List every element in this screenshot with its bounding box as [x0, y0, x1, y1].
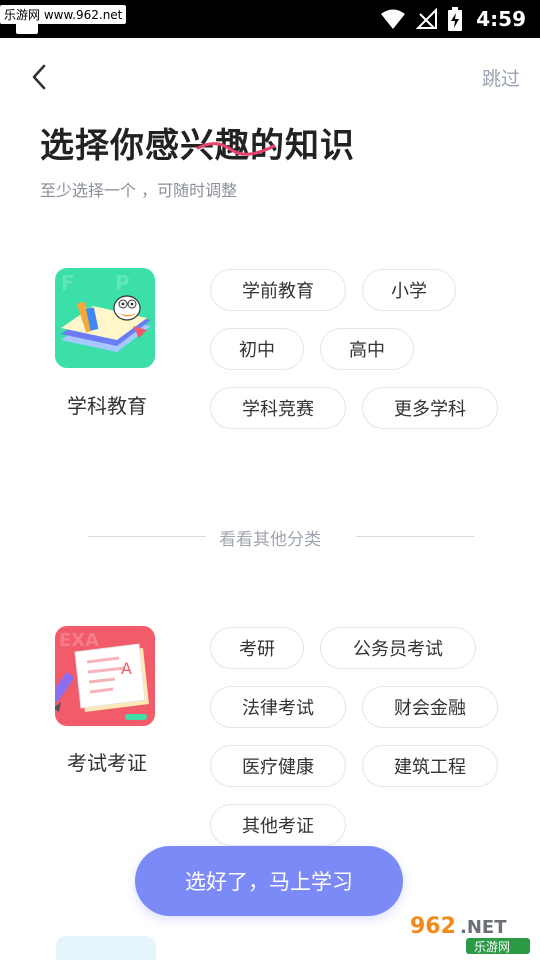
- svg-text:EXA: EXA: [59, 630, 99, 651]
- section-label-subject-education: 学科教育: [67, 394, 147, 418]
- book-duck-icon: F P: [61, 271, 151, 352]
- svg-text:.NET: .NET: [460, 917, 507, 938]
- section-label-exam-certificate: 考试考证: [67, 751, 147, 775]
- tag-chip[interactable]: 学科竞赛: [210, 387, 346, 429]
- tag-chip[interactable]: 财会金融: [362, 686, 498, 728]
- tag-chip[interactable]: 法律考试: [210, 686, 346, 728]
- site-logo-icon: 962 .NET 乐游网: [404, 906, 536, 956]
- tag-chip[interactable]: 高中: [320, 328, 414, 370]
- subject-education-icon[interactable]: F P: [55, 268, 155, 368]
- site-logo-watermark: 962 .NET 乐游网: [404, 906, 536, 956]
- tag-chip[interactable]: 小学: [362, 269, 456, 311]
- next-section-icon-peek: [56, 936, 156, 960]
- tag-chip[interactable]: 公务员考试: [320, 627, 476, 669]
- tag-chip[interactable]: 学前教育: [210, 269, 346, 311]
- tag-chip[interactable]: 更多学科: [362, 387, 498, 429]
- battery-charging-icon: [448, 7, 463, 31]
- title-highlight-underline: [196, 142, 276, 156]
- tag-chip[interactable]: 建筑工程: [362, 745, 498, 787]
- status-icons: 4:59: [380, 6, 526, 32]
- notification-icon: [16, 22, 38, 34]
- svg-text:962: 962: [410, 914, 456, 939]
- back-button[interactable]: [22, 60, 56, 94]
- tag-chip[interactable]: 医疗健康: [210, 745, 346, 787]
- tag-chip[interactable]: 考研: [210, 627, 304, 669]
- clock: 4:59: [476, 7, 526, 31]
- watermark-name: 乐游网: [474, 940, 510, 954]
- status-bar: 乐游网 www.962.net 4:59: [0, 0, 540, 38]
- tag-chip[interactable]: 初中: [210, 328, 304, 370]
- exam-paper-icon: EXA A: [55, 630, 149, 720]
- no-signal-icon: [416, 8, 438, 29]
- skip-button[interactable]: 跳过: [482, 64, 520, 91]
- svg-text:P: P: [115, 271, 130, 295]
- page-subtitle: 至少选择一个 ，可随时调整: [40, 181, 238, 200]
- chevron-left-icon: [32, 64, 46, 90]
- svg-text:A: A: [121, 659, 132, 678]
- tag-chip[interactable]: 其他考证: [210, 804, 346, 846]
- start-learning-button[interactable]: 选好了，马上学习: [135, 846, 403, 916]
- svg-text:F: F: [61, 271, 75, 295]
- divider-label: 看看其他分类: [219, 530, 321, 550]
- exam-certificate-icon[interactable]: EXA A: [55, 626, 155, 726]
- wifi-icon: [381, 9, 406, 29]
